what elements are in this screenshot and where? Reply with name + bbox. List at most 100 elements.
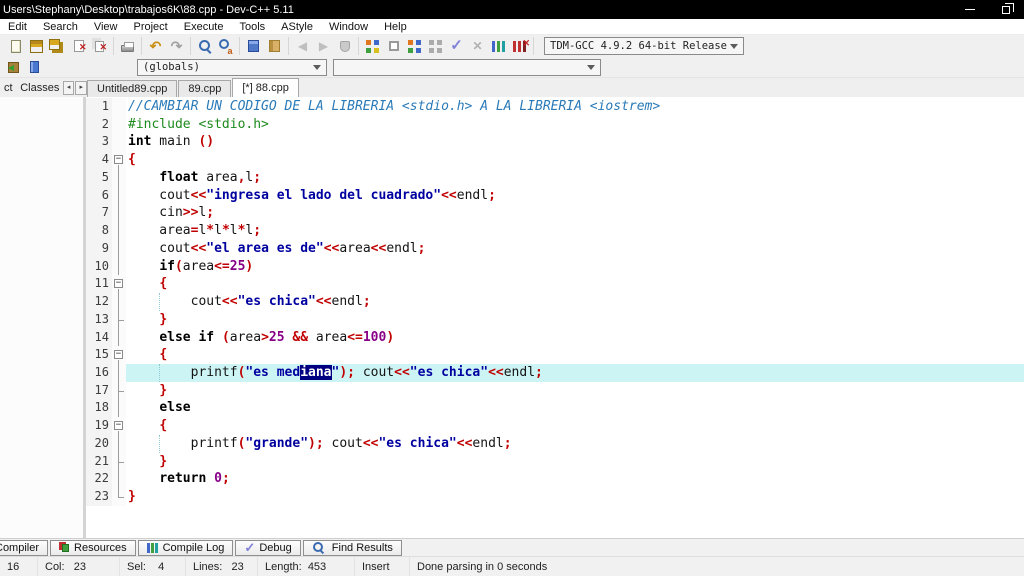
compile-button[interactable] [362, 37, 383, 55]
line-number: 3 [86, 133, 112, 151]
undo-button[interactable] [145, 37, 166, 55]
goto-definition-icon [340, 41, 350, 52]
code-text[interactable]: } [126, 488, 1024, 506]
code-editor[interactable]: 1//CAMBIAR UN CODIGO DE LA LIBRERIA <std… [86, 97, 1024, 538]
insert-icon [8, 62, 19, 73]
menu-astyle[interactable]: AStyle [273, 20, 321, 34]
current-code-line[interactable]: printf("es mediana"); cout<<"es chica"<<… [126, 364, 1024, 382]
menu-help[interactable]: Help [376, 20, 415, 34]
code-text[interactable]: } [126, 311, 1024, 329]
menu-project[interactable]: Project [125, 20, 175, 34]
code-text[interactable]: if(area<=25) [126, 258, 1024, 276]
menu-view[interactable]: View [86, 20, 126, 34]
new-file-button[interactable] [5, 37, 26, 55]
editor-tab[interactable]: Untitled89.cpp [87, 80, 177, 97]
code-text[interactable]: else [126, 399, 1024, 417]
code-row: 4{ [86, 151, 1024, 169]
menu-edit[interactable]: Edit [0, 20, 35, 34]
syntax-check-button[interactable] [446, 37, 467, 55]
fold-toggle-icon[interactable] [112, 417, 126, 435]
code-row: 10 if(area<=25) [86, 258, 1024, 276]
rebuild-all-button[interactable] [425, 37, 446, 55]
code-text[interactable]: else if (area>25 && area<=100) [126, 329, 1024, 347]
delete-profiling-icon [513, 41, 526, 52]
report-tab-compile-log[interactable]: Compile Log [138, 540, 234, 556]
tab-classes[interactable]: Classes [16, 82, 62, 94]
syntax-check-icon [450, 38, 463, 54]
close-all-button[interactable] [89, 37, 110, 55]
minimize-button[interactable] [952, 0, 988, 19]
replace-icon [218, 38, 234, 54]
report-tab-resources[interactable]: Resources [50, 540, 136, 556]
report-tab-compiler[interactable]: Compiler [0, 540, 48, 556]
fold-gutter [112, 470, 126, 488]
editor-tab[interactable]: [*] 88.cpp [232, 78, 298, 97]
fold-gutter [112, 382, 126, 400]
code-text[interactable]: { [126, 346, 1024, 364]
code-row: 5 float area,l; [86, 169, 1024, 187]
line-number: 18 [86, 399, 112, 417]
code-text[interactable]: area=l*l*l*l; [126, 222, 1024, 240]
fold-toggle-icon[interactable] [112, 151, 126, 169]
forward-button[interactable] [313, 37, 334, 55]
code-text[interactable]: { [126, 417, 1024, 435]
goto-definition-button[interactable] [334, 37, 355, 55]
replace-button[interactable] [215, 37, 236, 55]
compiler-select[interactable]: TDM-GCC 4.9.2 64-bit Release [544, 37, 744, 55]
code-text[interactable]: cout<<"el area es de"<<area<<endl; [126, 240, 1024, 258]
report-tab-find-results[interactable]: Find Results [303, 540, 402, 556]
code-text[interactable]: #include <stdio.h> [126, 116, 1024, 134]
back-button[interactable] [292, 37, 313, 55]
scroll-left-button[interactable] [63, 81, 75, 95]
restore-button[interactable] [988, 0, 1024, 19]
editor-tab[interactable]: 89.cpp [178, 80, 231, 97]
status-segment: Col: 23 [38, 557, 120, 576]
code-text[interactable]: } [126, 453, 1024, 471]
code-text[interactable]: return 0; [126, 470, 1024, 488]
code-text[interactable]: } [126, 382, 1024, 400]
code-text[interactable]: float area,l; [126, 169, 1024, 187]
code-text[interactable]: int main () [126, 133, 1024, 151]
status-segment: Sel: 4 [120, 557, 186, 576]
fold-toggle-icon[interactable] [112, 275, 126, 293]
toggle-bookmarks-button[interactable] [24, 58, 45, 76]
code-text[interactable]: cout<<"es chica"<<endl; [126, 293, 1024, 311]
line-number: 5 [86, 169, 112, 187]
code-text[interactable]: printf("grande"); cout<<"es chica"<<endl… [126, 435, 1024, 453]
goto-function-button[interactable] [243, 37, 264, 55]
save-button[interactable] [26, 37, 47, 55]
find-icon [197, 38, 213, 54]
code-text[interactable]: cout<<"ingresa el lado del cuadrado"<<en… [126, 187, 1024, 205]
delete-profiling-button[interactable] [509, 37, 530, 55]
menu-tools[interactable]: Tools [231, 20, 273, 34]
goto-line-button[interactable] [264, 37, 285, 55]
members-select[interactable] [333, 59, 601, 76]
fold-toggle-icon[interactable] [112, 346, 126, 364]
tab-project[interactable]: ct [0, 82, 16, 94]
abort-button[interactable] [467, 37, 488, 55]
menu-execute[interactable]: Execute [176, 20, 232, 34]
profile-button[interactable] [488, 37, 509, 55]
report-tab-debug[interactable]: Debug [235, 540, 300, 556]
code-text[interactable]: { [126, 151, 1024, 169]
print-button[interactable] [117, 37, 138, 55]
save-all-button[interactable] [47, 37, 68, 55]
run-button[interactable] [383, 37, 404, 55]
compile-log-icon [147, 543, 158, 553]
compile-run-button[interactable] [404, 37, 425, 55]
insert-button[interactable] [3, 58, 24, 76]
code-row: 17 } [86, 382, 1024, 400]
find-button[interactable] [194, 37, 215, 55]
code-text[interactable]: cin>>l; [126, 204, 1024, 222]
code-text[interactable]: //CAMBIAR UN CODIGO DE LA LIBRERIA <stdi… [126, 98, 1024, 116]
menu-search[interactable]: Search [35, 20, 86, 34]
globals-select[interactable]: (globals) [137, 59, 327, 76]
code-lines: 1//CAMBIAR UN CODIGO DE LA LIBRERIA <std… [86, 98, 1024, 506]
toolbar-group [191, 37, 240, 55]
close-file-button[interactable] [68, 37, 89, 55]
code-row: 20 printf("grande"); cout<<"es chica"<<e… [86, 435, 1024, 453]
scroll-right-button[interactable] [75, 81, 87, 95]
redo-button[interactable] [166, 37, 187, 55]
code-text[interactable]: { [126, 275, 1024, 293]
menu-window[interactable]: Window [321, 20, 376, 34]
